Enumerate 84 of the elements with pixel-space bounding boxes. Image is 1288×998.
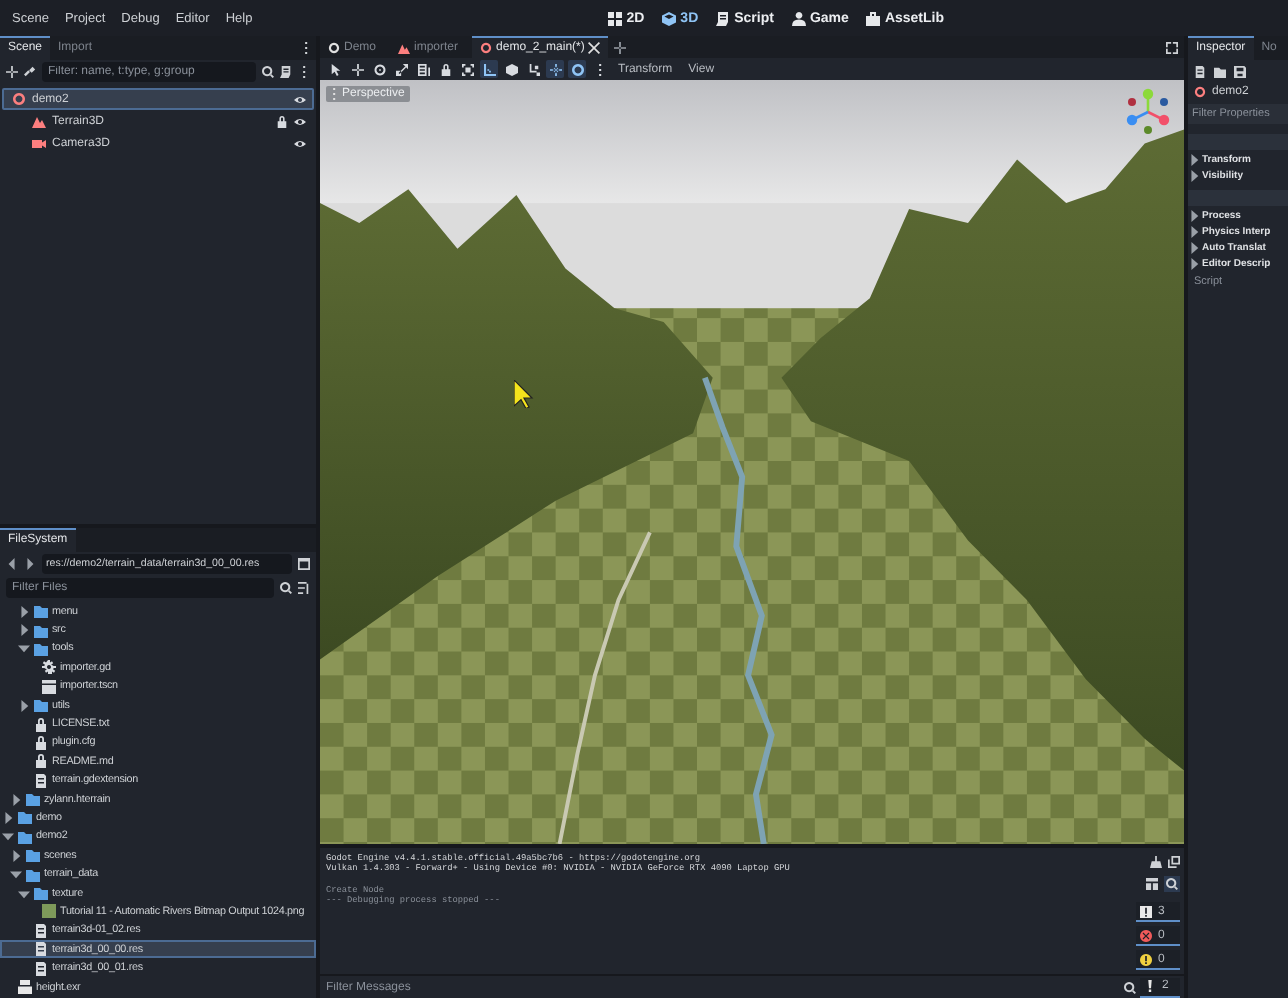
ruler-tool-button[interactable] [480, 60, 498, 78]
lock-icon [34, 754, 48, 769]
clapperboard-icon [42, 679, 56, 694]
list-select-icon [417, 63, 429, 75]
category-header [1188, 134, 1288, 150]
axis-gizmo-icon [1124, 88, 1172, 136]
eye-icon [294, 115, 306, 127]
lock-icon [276, 115, 288, 127]
eye-icon [294, 93, 306, 105]
grid-icon [608, 11, 623, 25]
caret-down-icon [2, 830, 14, 843]
select-tool-button[interactable] [326, 60, 344, 78]
search-icon [1166, 877, 1178, 889]
scale-tool-button[interactable] [392, 60, 410, 78]
camera-icon [32, 136, 46, 150]
local-space-tool-button[interactable] [546, 60, 564, 78]
sort-icon [298, 582, 310, 594]
move-tool-button[interactable] [348, 60, 366, 78]
caret-right-icon [18, 699, 30, 712]
local-space-icon [549, 63, 561, 75]
snap-icon [571, 63, 583, 75]
ruler-icon [483, 63, 495, 75]
move-icon [351, 63, 363, 75]
add-icon [614, 41, 627, 53]
cube-icon [505, 63, 517, 75]
eye-icon [294, 137, 306, 149]
lock-icon [439, 63, 451, 75]
error-icon [1140, 929, 1152, 941]
save-icon [1234, 66, 1246, 78]
more-icon [593, 63, 605, 75]
more-icon [300, 42, 312, 54]
document-icon [34, 942, 48, 957]
back-icon [6, 558, 18, 570]
scale-icon [395, 63, 407, 75]
search-icon [262, 66, 274, 78]
document-icon [34, 923, 48, 938]
search-icon [280, 582, 292, 594]
list-select-tool-button[interactable] [414, 60, 432, 78]
category-header [1188, 190, 1288, 206]
add-icon [6, 66, 18, 78]
document-icon [1194, 66, 1206, 78]
caret-down-icon [18, 642, 30, 655]
close-icon [588, 41, 601, 53]
gear-icon [42, 660, 56, 675]
search-icon [1124, 981, 1136, 993]
select-icon [329, 63, 341, 75]
cube-tool-button[interactable] [502, 60, 520, 78]
fullscreen-icon [1166, 41, 1178, 53]
more-icon [328, 88, 340, 100]
lock-tool-button[interactable] [436, 60, 454, 78]
group-tool-button[interactable] [458, 60, 476, 78]
script-icon [716, 11, 731, 25]
snap-tool-button[interactable] [568, 60, 586, 78]
image-thumbnail-icon [42, 904, 56, 919]
copy-icon [1168, 855, 1180, 867]
person-icon [791, 11, 806, 25]
mountain-icon [398, 41, 411, 53]
mountain-icon [32, 114, 46, 128]
rotate-tool-button[interactable] [370, 60, 388, 78]
cube-icon [662, 11, 677, 25]
link-icon [24, 66, 36, 78]
caret-right-icon [10, 849, 22, 862]
script-icon [280, 66, 292, 78]
forward-icon [24, 558, 36, 570]
image-file-icon [18, 980, 32, 994]
folder-icon [1214, 66, 1226, 78]
group-icon [461, 63, 473, 75]
message-icon [1140, 905, 1152, 917]
bone-icon [527, 63, 539, 75]
split-view-icon [298, 558, 310, 570]
warning-icon [1140, 953, 1152, 965]
exclamation-icon [1144, 980, 1156, 992]
collapse-icon [1146, 877, 1158, 889]
folder-icon [34, 698, 48, 713]
document-icon [34, 773, 48, 788]
lock-icon [34, 717, 48, 732]
box-icon [866, 11, 881, 25]
bone-tool-button[interactable] [524, 60, 542, 78]
rotate-icon [373, 63, 385, 75]
broom-icon [1150, 855, 1162, 867]
lock-icon [34, 735, 48, 750]
pointer-icon [514, 380, 534, 408]
more-icon [298, 66, 310, 78]
document-icon [34, 961, 48, 976]
